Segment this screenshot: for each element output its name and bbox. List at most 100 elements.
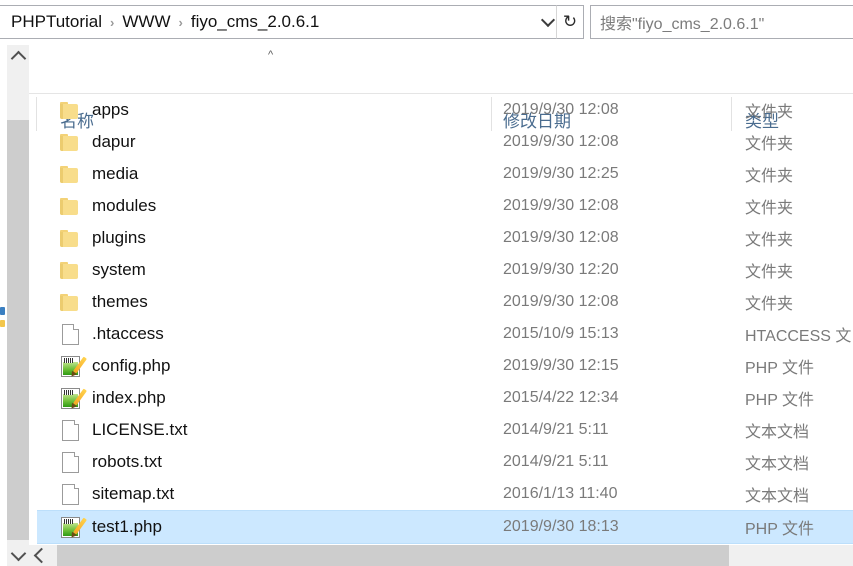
file-row[interactable]: system 2019/9/30 12:20 文件夹	[37, 254, 853, 286]
file-row[interactable]: robots.txt 2014/9/21 5:11 文本文档	[37, 446, 853, 478]
folder-icon	[60, 229, 80, 247]
folder-icon	[60, 293, 80, 311]
text-file-icon	[61, 483, 79, 505]
refresh-button[interactable]: ↻	[556, 5, 584, 39]
folder-icon	[60, 133, 80, 151]
php-file-icon	[60, 355, 87, 378]
file-row[interactable]: LICENSE.txt 2014/9/21 5:11 文本文档	[37, 414, 853, 446]
file-row[interactable]: plugins 2019/9/30 12:08 文件夹	[37, 222, 853, 254]
file-icon	[58, 98, 82, 122]
file-row[interactable]: .htaccess 2015/10/9 15:13 HTACCESS 文	[37, 318, 853, 350]
file-type: 文件夹	[745, 296, 794, 313]
column-header-row: 名称 修改日期 类型	[0, 45, 853, 131]
file-icon	[58, 418, 82, 442]
file-row[interactable]: apps 2019/9/30 12:08 文件夹	[37, 94, 853, 126]
file-date-modified: 2015/4/22 12:34	[503, 389, 619, 406]
breadcrumb-item-2[interactable]: fiyo_cms_2.0.6.1	[188, 10, 323, 34]
search-input[interactable]: 搜索"fiyo_cms_2.0.6.1"	[590, 5, 853, 39]
file-icon	[58, 194, 82, 218]
address-bar: PHPTutorial › WWW › fiyo_cms_2.0.6.1 ↻ 搜…	[0, 0, 853, 45]
file-date-modified: 2014/9/21 5:11	[503, 421, 609, 438]
file-date-modified: 2019/9/30 12:08	[503, 101, 619, 118]
file-row[interactable]: test1.php 2019/9/30 18:13 PHP 文件	[37, 510, 853, 544]
file-name: test1.php	[92, 517, 162, 536]
file-name: LICENSE.txt	[92, 420, 188, 439]
file-date-modified: 2019/9/30 12:15	[503, 357, 619, 374]
breadcrumb-item-1[interactable]: WWW	[119, 10, 173, 34]
file-name: apps	[92, 100, 129, 119]
file-date-modified: 2019/9/30 12:08	[503, 293, 619, 310]
file-date-modified: 2019/9/30 12:25	[503, 165, 619, 182]
folder-icon	[60, 101, 80, 119]
file-row[interactable]: media 2019/9/30 12:25 文件夹	[37, 158, 853, 190]
file-name: .htaccess	[92, 324, 164, 343]
file-date-modified: 2019/9/30 12:20	[503, 261, 619, 278]
folder-icon	[60, 197, 80, 215]
search-placeholder-text: 搜索"fiyo_cms_2.0.6.1"	[600, 16, 765, 33]
file-type: PHP 文件	[745, 521, 815, 538]
scroll-up-icon[interactable]	[7, 45, 29, 67]
file-name: system	[92, 260, 146, 279]
file-date-modified: 2019/9/30 12:08	[503, 229, 619, 246]
nav-pane-item-sliver[interactable]	[0, 305, 6, 331]
file-icon	[58, 322, 82, 346]
address-path-box[interactable]: PHPTutorial › WWW › fiyo_cms_2.0.6.1	[0, 5, 562, 39]
breadcrumb-separator-1[interactable]: ›	[174, 16, 188, 29]
file-type: PHP 文件	[745, 360, 815, 377]
file-type: 文件夹	[745, 200, 794, 217]
sort-ascending-icon: ^	[268, 49, 274, 61]
file-type: 文件夹	[745, 136, 794, 153]
scroll-left-icon[interactable]	[29, 545, 50, 566]
file-type: 文本文档	[745, 488, 810, 505]
breadcrumb-separator-0[interactable]: ›	[105, 16, 119, 29]
file-name: sitemap.txt	[92, 484, 175, 503]
vertical-scrollbar-thumb[interactable]	[7, 120, 29, 540]
file-type: 文本文档	[745, 456, 810, 473]
file-type: 文件夹	[745, 168, 794, 185]
refresh-icon: ↻	[562, 12, 578, 31]
nav-pane-icon-sliver-2	[0, 320, 5, 327]
file-type: 文本文档	[745, 424, 810, 441]
file-icon	[58, 226, 82, 250]
file-name: media	[92, 164, 139, 183]
file-name: dapur	[92, 132, 136, 151]
file-icon	[58, 515, 87, 539]
file-row[interactable]: themes 2019/9/30 12:08 文件夹	[37, 286, 853, 318]
file-icon	[58, 290, 82, 314]
file-date-modified: 2015/10/9 15:13	[503, 325, 619, 342]
file-name: index.php	[92, 388, 166, 407]
file-type: 文件夹	[745, 104, 794, 121]
file-icon	[58, 130, 82, 154]
file-row[interactable]: config.php 2019/9/30 12:15 PHP 文件	[37, 350, 853, 382]
text-file-icon	[61, 419, 79, 441]
file-icon	[58, 450, 82, 474]
breadcrumb-item-0[interactable]: PHPTutorial	[8, 10, 105, 34]
file-icon	[58, 162, 82, 186]
php-file-icon	[60, 516, 87, 539]
horizontal-scrollbar[interactable]	[29, 545, 853, 566]
folder-icon	[60, 261, 80, 279]
file-type: PHP 文件	[745, 392, 815, 409]
file-date-modified: 2016/1/13 11:40	[503, 485, 618, 502]
blank-document-icon	[61, 323, 79, 345]
file-row[interactable]: modules 2019/9/30 12:08 文件夹	[37, 190, 853, 222]
file-list[interactable]: apps 2019/9/30 12:08 文件夹 dapur 2019/9/30 12:…	[37, 94, 853, 546]
scroll-down-icon[interactable]	[7, 544, 29, 566]
file-name: config.php	[92, 356, 171, 375]
horizontal-scrollbar-thumb[interactable]	[57, 545, 729, 566]
file-name: themes	[92, 292, 148, 311]
file-date-modified: 2019/9/30 18:13	[503, 518, 619, 535]
file-icon	[58, 386, 87, 410]
file-row[interactable]: index.php 2015/4/22 12:34 PHP 文件	[37, 382, 853, 414]
file-row[interactable]: sitemap.txt 2016/1/13 11:40 文本文档	[37, 478, 853, 510]
file-type: HTACCESS 文	[745, 328, 852, 345]
file-row[interactable]: dapur 2019/9/30 12:08 文件夹	[37, 126, 853, 158]
file-date-modified: 2014/9/21 5:11	[503, 453, 609, 470]
vertical-scrollbar[interactable]	[7, 45, 29, 566]
file-icon	[58, 482, 82, 506]
file-icon	[58, 258, 82, 282]
file-name: robots.txt	[92, 452, 162, 471]
nav-pane-icon-sliver-1	[0, 307, 5, 315]
file-date-modified: 2019/9/30 12:08	[503, 133, 619, 150]
file-icon	[58, 354, 87, 378]
